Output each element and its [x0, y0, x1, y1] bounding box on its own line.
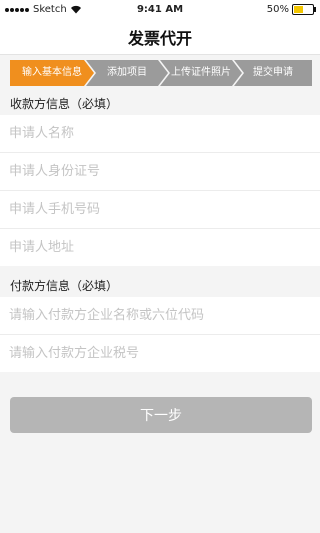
battery-percent: 50% — [266, 4, 289, 15]
step-3-label: 上传证件照片 — [171, 67, 231, 78]
step-progress: 输入基本信息 添加项目 上传证件照片 提交申请 — [10, 60, 312, 86]
payer-section-header: 付款方信息（必填） — [10, 279, 119, 293]
applicant-name-input[interactable] — [9, 115, 309, 152]
applicant-id-row — [0, 153, 320, 191]
payer-company-name-input[interactable] — [9, 297, 309, 334]
step-2-label: 添加项目 — [107, 67, 147, 78]
applicant-address-input[interactable] — [9, 229, 309, 266]
battery-group: 50% — [266, 4, 316, 15]
payee-form — [0, 115, 320, 266]
step-2: 添加项目 — [86, 60, 168, 86]
payer-tax-id-row — [0, 335, 320, 372]
payee-section-header: 收款方信息（必填） — [10, 97, 119, 111]
navigation-bar: 发票代开 — [0, 20, 320, 55]
step-4-label: 提交申请 — [253, 67, 293, 78]
step-1: 输入基本信息 — [10, 60, 94, 86]
applicant-address-row — [0, 229, 320, 266]
status-bar: Sketch 9:41 AM 50% — [0, 0, 320, 20]
applicant-id-number-input[interactable] — [9, 153, 309, 190]
battery-icon — [292, 4, 316, 15]
step-1-label: 输入基本信息 — [22, 67, 82, 78]
step-3: 上传证件照片 — [160, 60, 242, 86]
payer-company-row — [0, 297, 320, 335]
page-title: 发票代开 — [127, 29, 192, 48]
applicant-phone-input[interactable] — [9, 191, 309, 228]
applicant-name-row — [0, 115, 320, 153]
payer-tax-id-input[interactable] — [9, 335, 309, 372]
payer-form — [0, 297, 320, 372]
battery-fill — [294, 6, 303, 13]
next-step-button[interactable]: 下一步 — [10, 397, 312, 433]
step-4: 提交申请 — [234, 60, 312, 86]
applicant-phone-row — [0, 191, 320, 229]
